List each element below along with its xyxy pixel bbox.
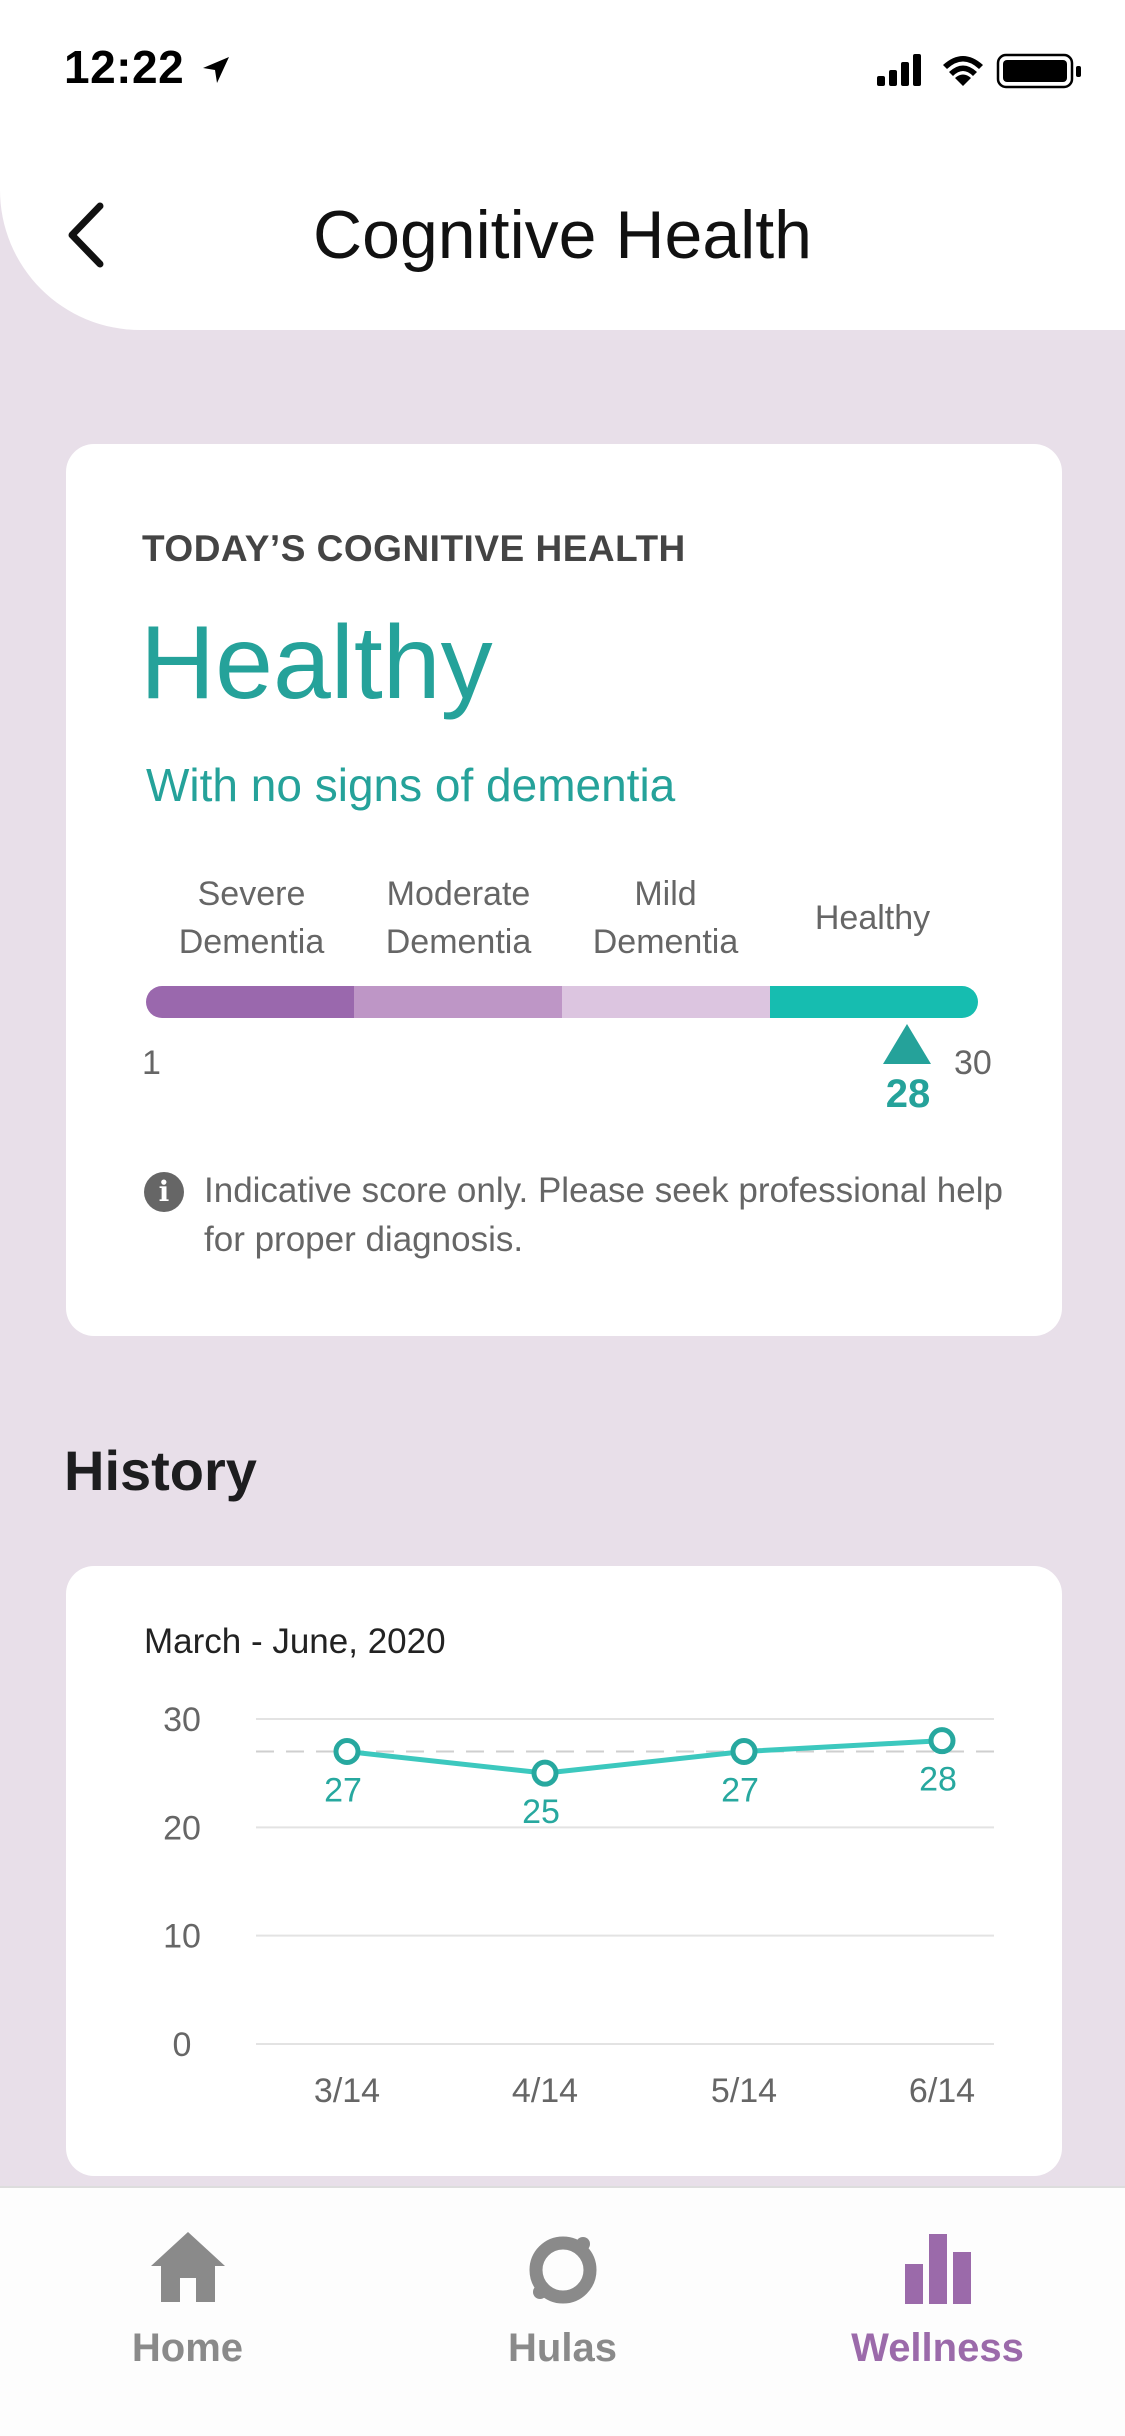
disclaimer-text: Indicative score only. Please seek profe… <box>204 1171 1003 1259</box>
tab-bar: Home Hulas Wellness <box>0 2186 1125 2436</box>
status-icons <box>877 50 1087 90</box>
y-tick-label: 30 <box>163 1701 201 1739</box>
hula-ring-icon <box>529 2236 597 2304</box>
health-status: Healthy <box>140 605 493 721</box>
status-time: 12:22 <box>64 40 231 94</box>
x-tick-label: 4/14 <box>512 2072 578 2110</box>
tab-home[interactable]: Home <box>0 2188 375 2388</box>
data-point <box>928 1727 956 1755</box>
data-label: 27 <box>324 1772 362 1810</box>
scale-segment-severe <box>146 986 354 1018</box>
scale-max: 30 <box>954 1044 992 1082</box>
wifi-icon <box>943 56 983 86</box>
score-marker-icon <box>883 1024 931 1064</box>
home-icon <box>151 2232 225 2302</box>
scale-min: 1 <box>142 1044 161 1082</box>
data-point <box>333 1738 361 1765</box>
tab-wellness-label: Wellness <box>851 2326 1024 2370</box>
y-tick-label: 20 <box>163 1809 201 1847</box>
cellular-signal-icon <box>877 54 921 86</box>
scale-segment-moderate <box>354 986 562 1018</box>
y-tick-label: 10 <box>163 1918 201 1956</box>
score-value: 28 <box>885 1072 931 1116</box>
score-scale-bar <box>146 986 978 1018</box>
history-title: History <box>64 1439 257 1502</box>
scale-segment-healthy <box>770 986 978 1018</box>
scale-labels: Severe Dementia Moderate Dementia Mild D… <box>148 870 978 970</box>
tab-home-label: Home <box>131 2326 244 2370</box>
tab-wellness[interactable]: Wellness <box>750 2188 1125 2388</box>
data-point <box>730 1738 758 1765</box>
scale-segment-mild <box>562 986 770 1018</box>
page-title: Cognitive Health <box>313 197 812 273</box>
tab-hulas-label: Hulas <box>508 2326 617 2370</box>
scale-label-severe: Severe Dementia <box>178 875 325 961</box>
x-tick-label: 3/14 <box>314 2072 380 2110</box>
scale-label-healthy: Healthy <box>814 899 931 937</box>
history-card: March - June, 2020 30 20 10 0 3/14 4/14 5/14 6/… <box>66 1566 1062 2176</box>
section-label: TODAY’S COGNITIVE HEALTH <box>142 528 686 569</box>
info-icon: i <box>144 1172 184 1212</box>
today-cognitive-health-card: TODAY’S COGNITIVE HEALTH Healthy With no… <box>66 444 1062 1336</box>
scale-label-mild: Mild Dementia <box>592 875 739 961</box>
scale-label-moderate: Moderate Dementia <box>385 875 532 961</box>
x-tick-label: 6/14 <box>909 2072 975 2110</box>
x-tick-label: 5/14 <box>711 2072 777 2110</box>
tab-hulas[interactable]: Hulas <box>375 2188 750 2388</box>
data-label: 28 <box>919 1761 957 1799</box>
location-arrow-icon <box>203 57 230 83</box>
status-bar: 12:22 <box>0 0 1125 140</box>
battery-icon <box>996 53 1081 89</box>
history-chart: 30 20 10 0 3/14 4/14 5/14 6/14 27 25 27 28 <box>163 1701 994 2110</box>
bar-chart-icon <box>905 2234 971 2304</box>
data-label: 25 <box>522 1793 560 1831</box>
health-status-subtitle: With no signs of dementia <box>146 759 676 811</box>
data-point <box>531 1759 559 1787</box>
data-label: 27 <box>721 1772 759 1810</box>
y-tick-label: 0 <box>173 2026 192 2064</box>
series-line <box>346 1738 943 1776</box>
